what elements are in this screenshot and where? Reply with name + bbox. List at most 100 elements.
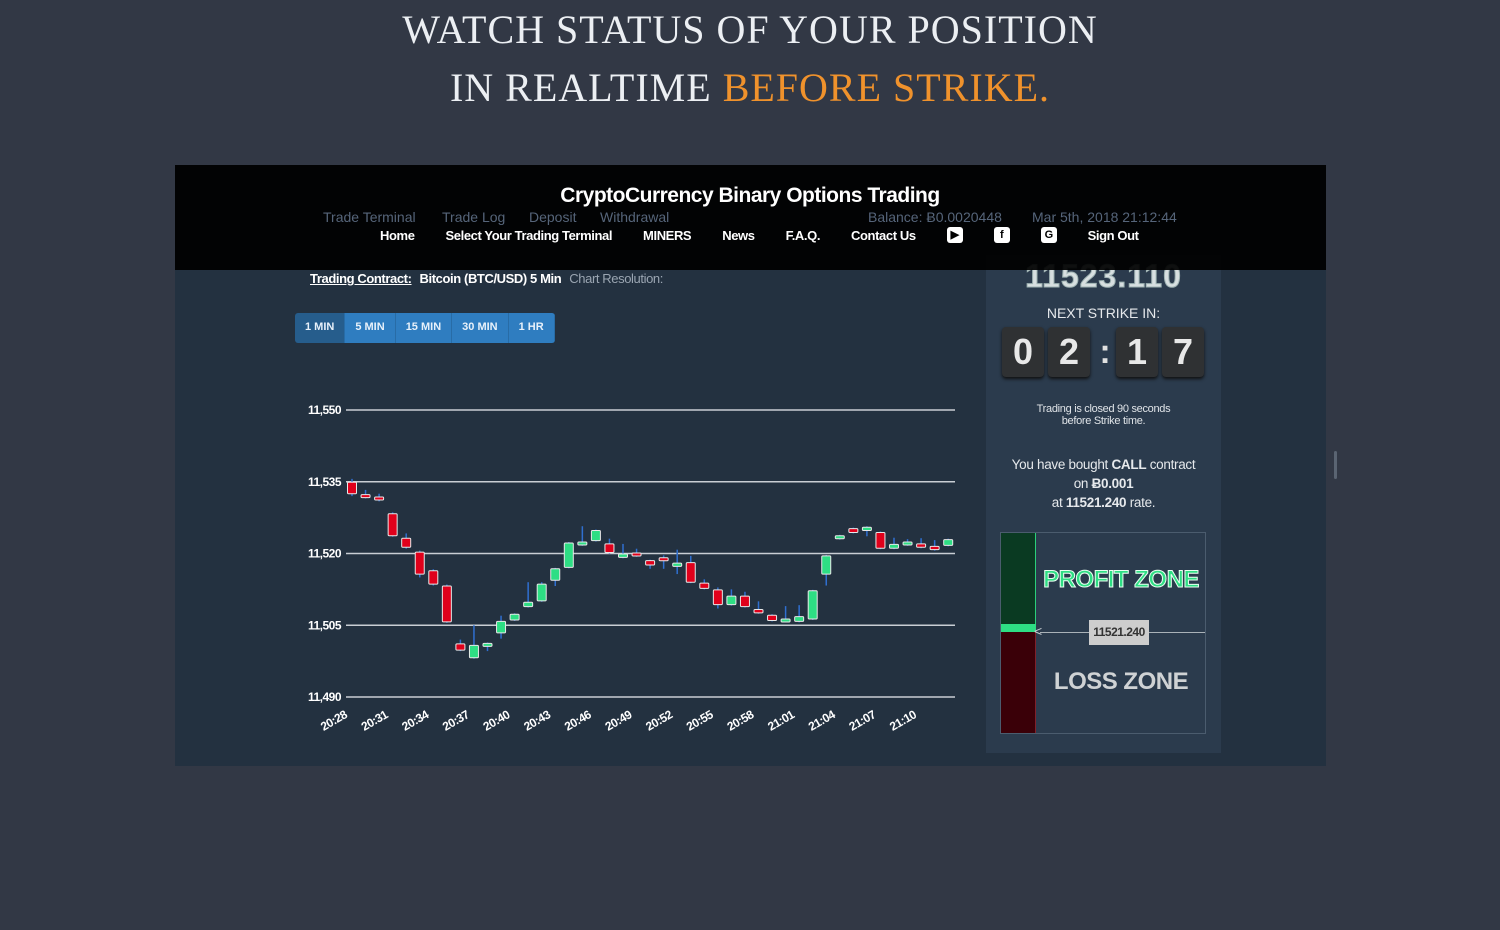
text: at — [1051, 495, 1066, 510]
x-tick-label: 20:46 — [562, 707, 594, 734]
scrollbar[interactable] — [1334, 451, 1337, 479]
datetime: Mar 5th, 2018 21:12:44 — [1032, 209, 1177, 225]
x-tick-label: 20:43 — [521, 707, 553, 734]
tab-withdrawal[interactable]: Withdrawal — [600, 209, 669, 225]
resolution-label: Chart Resolution: — [569, 271, 663, 286]
candle-body — [943, 539, 954, 546]
x-tick-label: 20:55 — [684, 707, 716, 734]
candle-body — [604, 543, 615, 554]
candle-body — [848, 528, 859, 533]
x-tick-label: 20:52 — [643, 707, 675, 734]
tab-trade-terminal[interactable]: Trade Terminal — [323, 209, 416, 225]
nav-home[interactable]: Home — [380, 228, 415, 243]
candle-body — [577, 541, 588, 546]
res-1min-button[interactable]: 1 MIN — [295, 313, 346, 343]
candle-body — [360, 494, 371, 499]
google-plus-icon[interactable]: G — [1040, 227, 1057, 243]
current-level-bar — [1001, 624, 1036, 632]
candle-body — [929, 545, 940, 551]
text: You have bought — [1011, 457, 1112, 472]
candle-body — [618, 553, 628, 558]
res-1hr-button[interactable]: 1 HR — [508, 313, 555, 343]
nav-miners[interactable]: MINERS — [643, 228, 692, 243]
headline-plain: IN REALTIME — [449, 65, 723, 110]
facebook-icon[interactable]: f — [993, 227, 1010, 243]
headline-accent: BEFORE STRIKE. — [722, 65, 1051, 110]
candle-body — [658, 557, 669, 562]
candle-body — [780, 618, 791, 623]
main-nav: Home Select Your Trading Terminal MINERS… — [380, 227, 1170, 243]
candle-body — [468, 644, 479, 659]
strike-rate: 11521.240 — [1089, 620, 1149, 645]
x-tick-label: 20:28 — [318, 707, 350, 734]
x-tick-label: 20:37 — [440, 707, 472, 734]
nav-sign-out[interactable]: Sign Out — [1088, 228, 1139, 243]
countdown-separator: : — [1099, 332, 1111, 371]
arrow-left-icon: < — [1034, 623, 1043, 639]
y-tick-label: 11,505 — [308, 618, 342, 632]
y-tick-label: 11,550 — [308, 403, 342, 417]
x-tick-label: 20:31 — [359, 707, 391, 734]
profit-zone-bar — [1001, 533, 1036, 625]
candle-body — [482, 642, 493, 647]
res-15min-button[interactable]: 15 MIN — [395, 313, 453, 343]
candle-body — [441, 585, 452, 623]
headline-line-1: WATCH STATUS OF YOUR POSITION — [402, 7, 1098, 52]
contract-label: Trading Contract: — [310, 271, 412, 286]
bought-amount: Ƀ0.001 — [1091, 476, 1134, 491]
candle-body — [767, 614, 778, 621]
candle-body — [821, 555, 832, 575]
nav-select-terminal[interactable]: Select Your Trading Terminal — [446, 228, 613, 243]
x-tick-label: 21:01 — [765, 707, 797, 734]
candle-body — [726, 595, 737, 606]
res-5min-button[interactable]: 5 MIN — [345, 313, 396, 343]
tab-trade-log[interactable]: Trade Log — [442, 209, 505, 225]
countdown: 0 2 : 1 7 — [1002, 327, 1208, 377]
text: contract — [1146, 457, 1196, 472]
candle-body — [672, 562, 683, 567]
countdown-digit: 1 — [1116, 327, 1158, 377]
candle-body — [428, 570, 439, 585]
resolution-buttons: 1 MIN 5 MIN 15 MIN 30 MIN 1 HR — [295, 313, 555, 343]
headline-line-2: IN REALTIME BEFORE STRIKE. — [0, 64, 1500, 111]
candle-body — [685, 562, 696, 583]
x-tick-label: 20:34 — [399, 707, 431, 734]
x-tick-label: 20:49 — [603, 707, 635, 734]
candle-body — [523, 601, 534, 608]
bought-rate: 11521.240 — [1065, 495, 1127, 510]
res-30min-button[interactable]: 30 MIN — [452, 313, 509, 343]
candlestick-chart: 11,490 11,505 11,520 11,535 11,550 20:28 20:31… — [308, 403, 955, 734]
candle-body — [550, 568, 561, 581]
candle-body — [347, 481, 357, 495]
candle-body — [712, 589, 723, 606]
contract-info: Trading Contract: Bitcoin (BTC/USD) 5 Min… — [310, 271, 663, 286]
nav-faq[interactable]: F.A.Q. — [786, 228, 821, 243]
candle-body — [834, 535, 845, 540]
tab-deposit[interactable]: Deposit — [529, 209, 576, 225]
candle-body — [401, 537, 412, 548]
nav-news[interactable]: News — [722, 228, 755, 243]
nav-contact[interactable]: Contact Us — [851, 228, 916, 243]
candle-body — [631, 552, 642, 557]
x-tick-label: 21:10 — [887, 707, 919, 734]
profit-zone-label: PROFIT ZONE — [1043, 566, 1200, 594]
position-summary: You have bought CALL contract on Ƀ0.001 … — [986, 455, 1221, 512]
candle-body — [414, 551, 425, 575]
candle-body — [455, 643, 466, 651]
trading-closed-note: Trading is closed 90 seconds before Stri… — [1036, 403, 1171, 427]
youtube-icon[interactable]: ▶ — [946, 227, 963, 243]
text: on — [1073, 476, 1092, 491]
candle-body — [699, 582, 710, 589]
loss-zone-label: LOSS ZONE — [1053, 668, 1189, 695]
x-tick-label: 20:58 — [725, 707, 757, 734]
candle-body — [387, 513, 398, 537]
candle-body — [902, 541, 913, 546]
text: rate. — [1126, 495, 1156, 510]
candle-body — [889, 543, 899, 549]
candle-body — [794, 616, 805, 622]
site-title: CryptoCurrency Binary Options Trading — [560, 184, 940, 207]
countdown-digit: 0 — [1002, 327, 1044, 377]
x-tick-label: 21:04 — [806, 707, 838, 734]
candle-body — [590, 530, 601, 542]
candle-body — [753, 608, 764, 614]
